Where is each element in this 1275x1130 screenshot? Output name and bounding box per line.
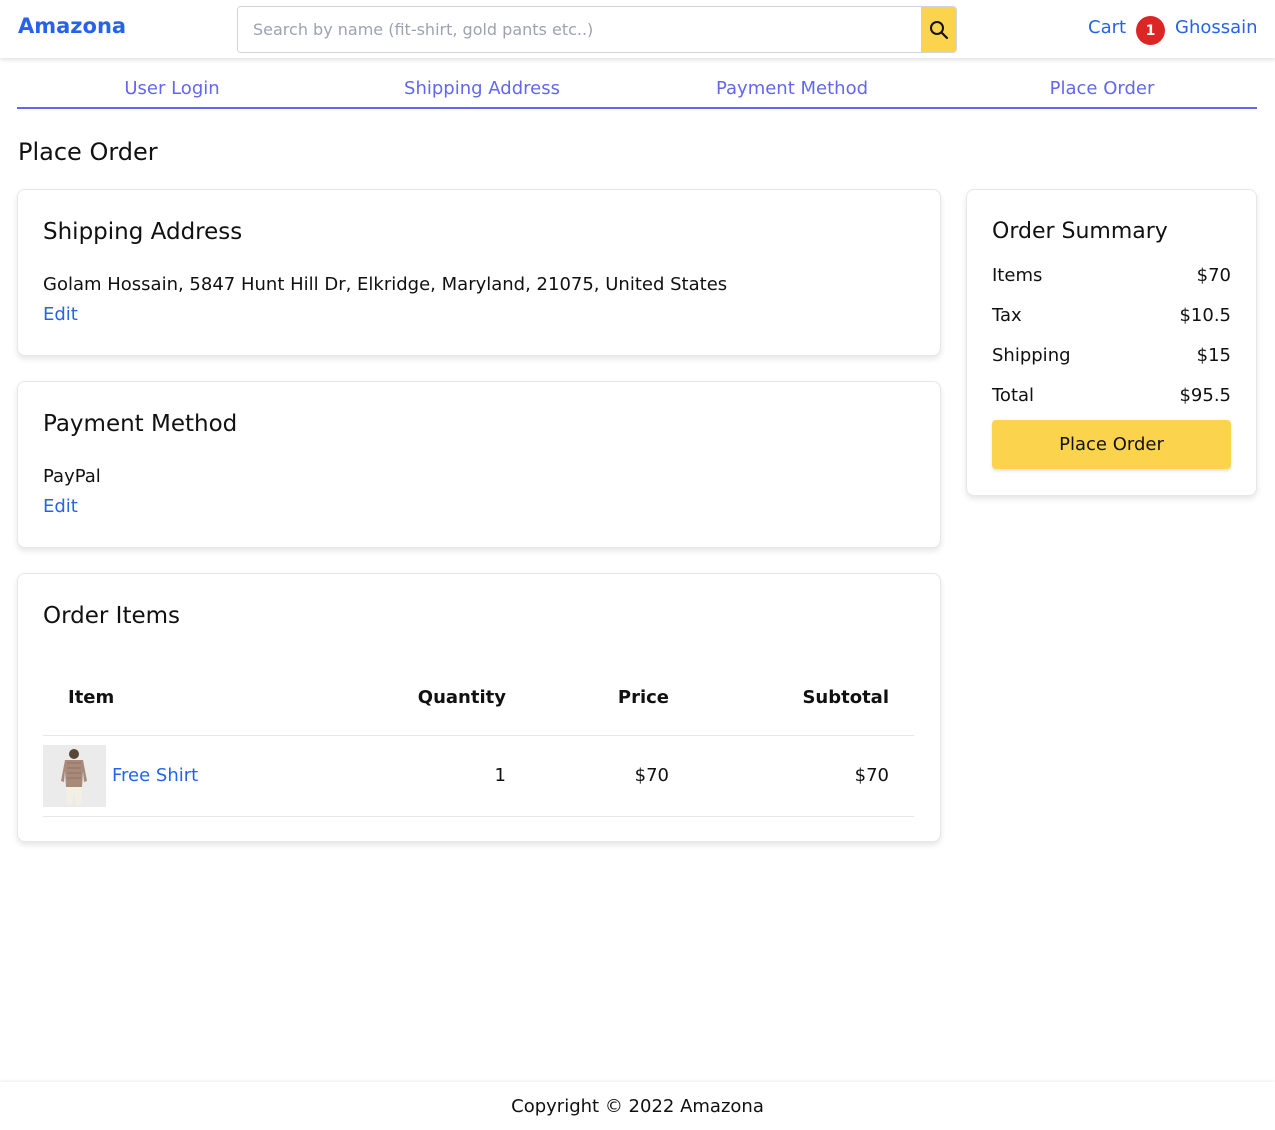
- item-name-link[interactable]: Free Shirt: [112, 765, 198, 786]
- summary-value: $95.5: [1179, 385, 1231, 406]
- summary-label: Shipping: [992, 345, 1071, 366]
- table-row: Free Shirt 1 $70 $70: [43, 735, 914, 817]
- cart-count-badge: 1: [1136, 16, 1165, 45]
- column-header-subtotal: Subtotal: [694, 660, 914, 736]
- search-button[interactable]: [921, 7, 956, 52]
- item-price: $70: [531, 735, 694, 817]
- item-cell: Free Shirt: [43, 735, 348, 817]
- payment-method-card: Payment Method PayPal Edit: [17, 381, 941, 548]
- checkout-wizard: User Login Shipping Address Payment Meth…: [17, 78, 1257, 109]
- search-icon: [929, 20, 948, 39]
- summary-label: Total: [992, 385, 1035, 406]
- table-header-row: Item Quantity Price Subtotal: [43, 660, 914, 736]
- payment-card-title: Payment Method: [43, 411, 238, 437]
- top-navbar: Amazona Cart 1 Ghossain: [0, 0, 1275, 58]
- footer: Copyright © 2022 Amazona: [0, 1082, 1275, 1130]
- column-header-item: Item: [43, 660, 348, 736]
- column-header-price: Price: [531, 660, 694, 736]
- brand-logo-link[interactable]: Amazona: [18, 14, 126, 38]
- shipping-address-card: Shipping Address Golam Hossain, 5847 Hun…: [17, 189, 941, 356]
- item-wrap: Free Shirt: [43, 744, 323, 807]
- shirt-model-image: [43, 744, 106, 807]
- search-bar: [237, 6, 957, 53]
- order-summary-title: Order Summary: [992, 219, 1168, 244]
- shipping-address-text: Golam Hossain, 5847 Hunt Hill Dr, Elkrid…: [43, 274, 728, 295]
- wizard-step-shipping-address: Shipping Address: [404, 78, 560, 99]
- cart-link[interactable]: Cart: [1088, 17, 1126, 38]
- wizard-step-user-login: User Login: [124, 78, 220, 99]
- summary-label: Tax: [992, 305, 1022, 326]
- order-items-title: Order Items: [43, 603, 181, 629]
- user-menu-link[interactable]: Ghossain: [1175, 17, 1258, 38]
- item-quantity: 1: [348, 735, 531, 817]
- summary-value: $70: [1196, 265, 1231, 286]
- search-input[interactable]: [238, 7, 921, 52]
- summary-row-shipping: Shipping $15: [992, 345, 1231, 366]
- summary-value: $15: [1196, 345, 1231, 366]
- copyright-text: Copyright © 2022 Amazona: [511, 1095, 764, 1117]
- edit-shipping-link[interactable]: Edit: [43, 304, 78, 325]
- column-header-quantity: Quantity: [348, 660, 531, 736]
- summary-row-total: Total $95.5: [992, 385, 1231, 406]
- payment-method-text: PayPal: [43, 466, 101, 487]
- wizard-step-place-order: Place Order: [1049, 78, 1155, 99]
- summary-value: $10.5: [1179, 305, 1231, 326]
- summary-label: Items: [992, 265, 1043, 286]
- place-order-button[interactable]: Place Order: [992, 420, 1231, 469]
- order-items-table: Item Quantity Price Subtotal Free Shirt …: [43, 660, 914, 817]
- edit-payment-link[interactable]: Edit: [43, 496, 78, 517]
- item-subtotal: $70: [694, 735, 914, 817]
- order-summary-card: Order Summary Items $70 Tax $10.5 Shippi…: [966, 189, 1257, 496]
- order-items-card: Order Items Item Quantity Price Subtotal: [17, 573, 941, 842]
- summary-row-items: Items $70: [992, 265, 1231, 286]
- page-title: Place Order: [18, 138, 158, 166]
- summary-row-tax: Tax $10.5: [992, 305, 1231, 326]
- wizard-step-payment-method: Payment Method: [715, 78, 869, 99]
- shipping-card-title: Shipping Address: [43, 219, 243, 245]
- product-thumbnail[interactable]: [43, 744, 106, 807]
